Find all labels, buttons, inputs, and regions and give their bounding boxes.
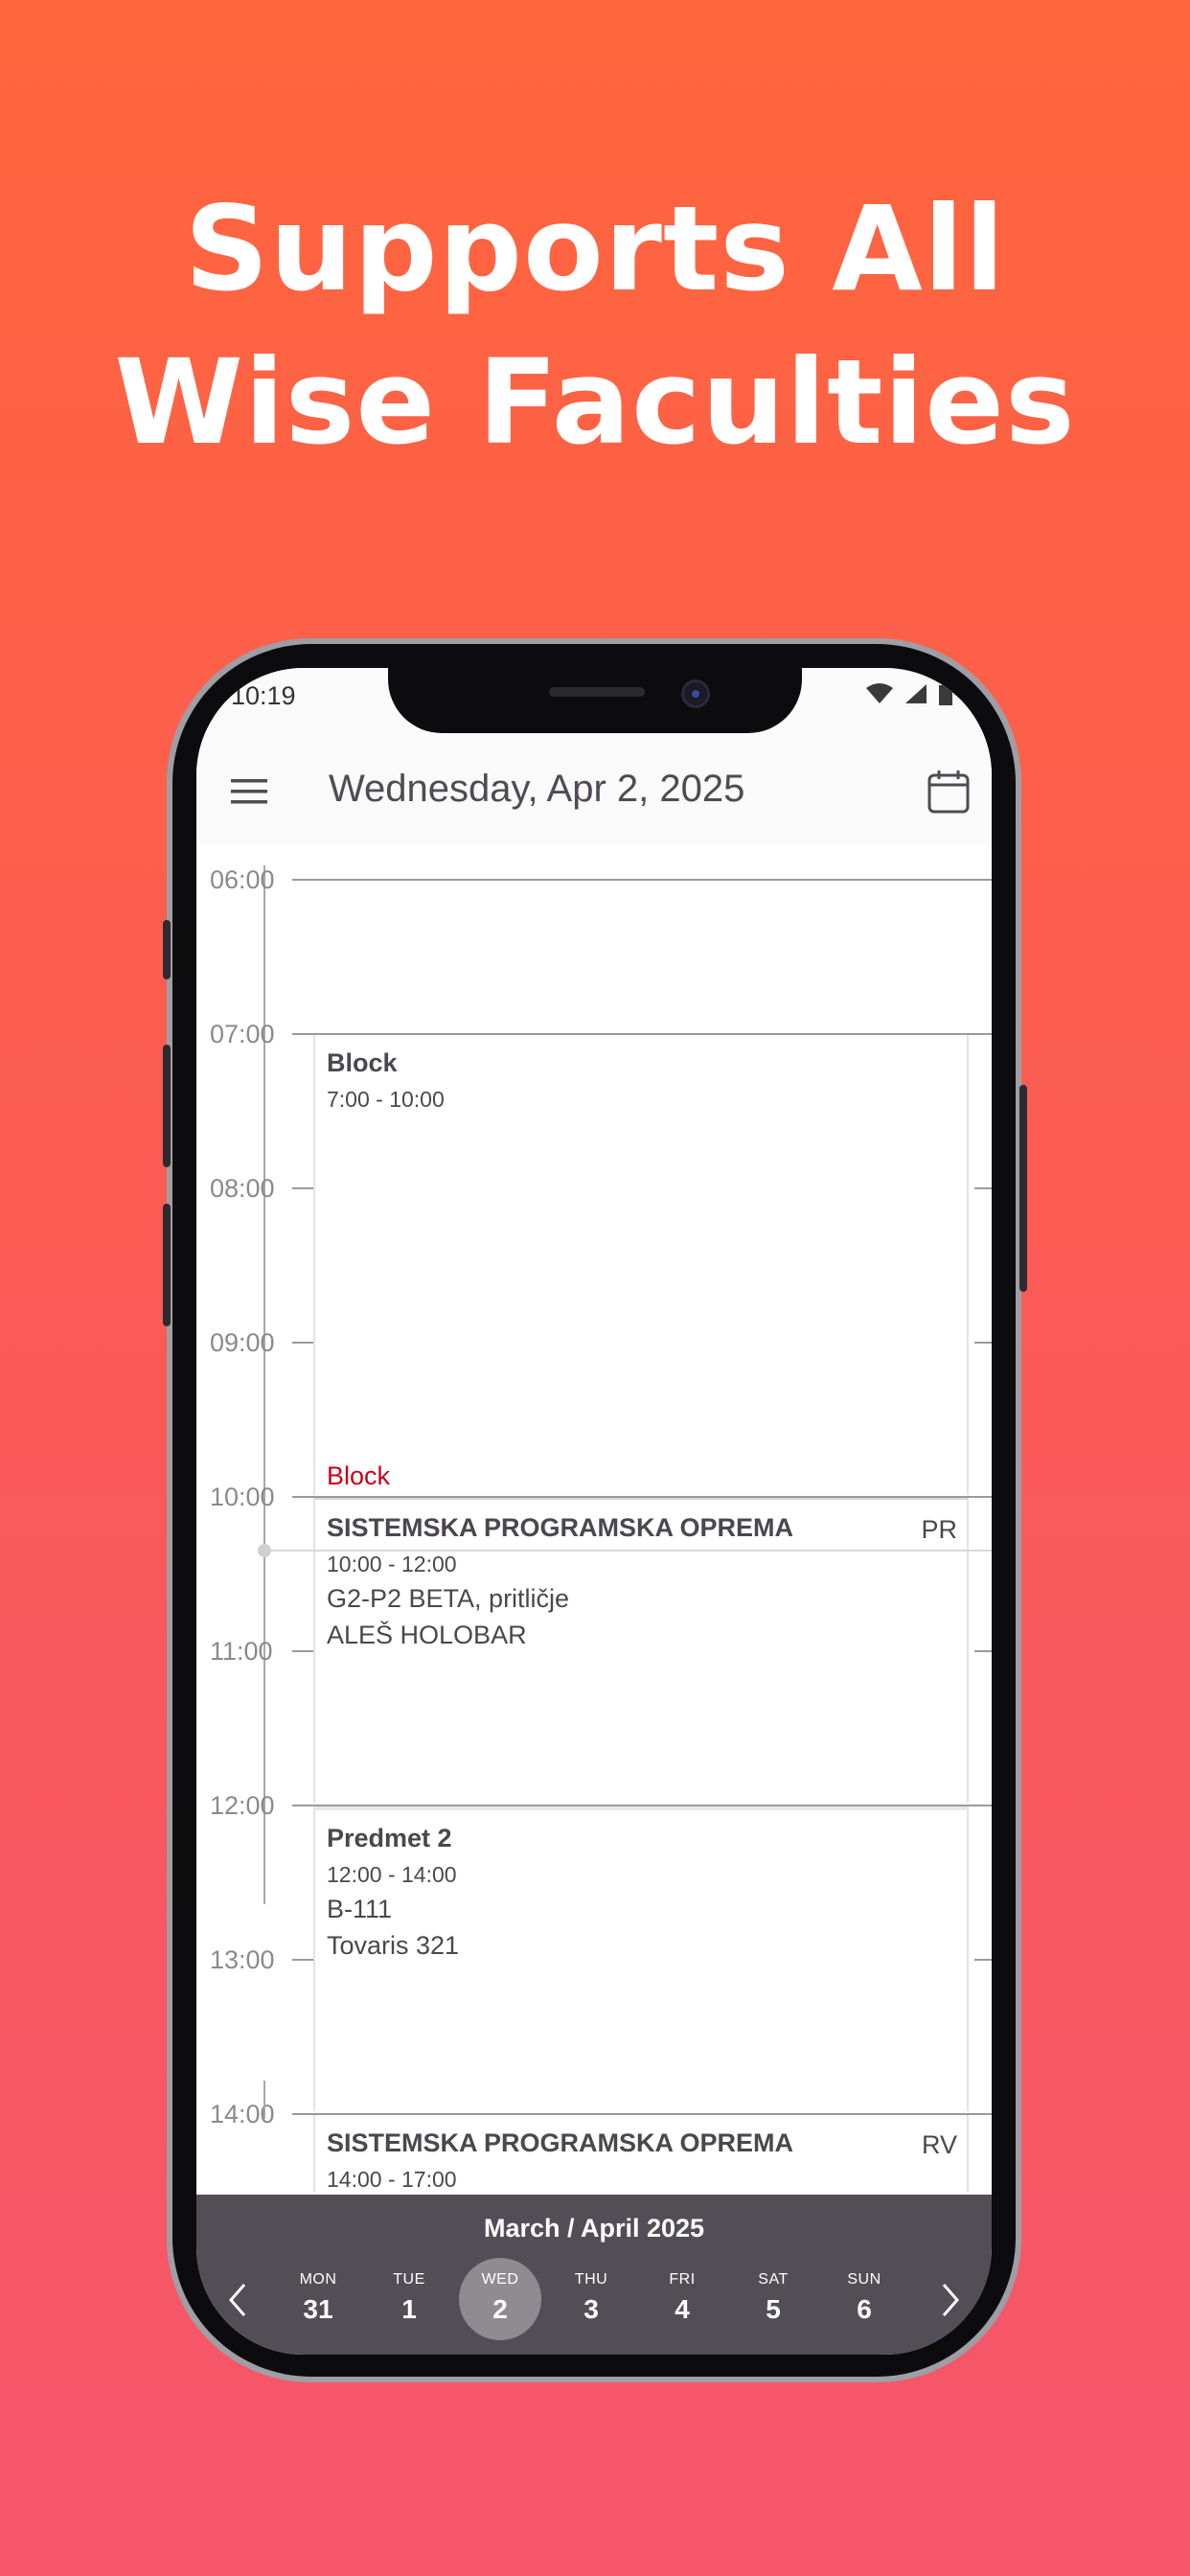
day-fri[interactable]: FRI 4	[641, 2258, 723, 2340]
event-title: SISTEMSKA PROGRAMSKA OPREMA	[327, 2128, 794, 2157]
day-number: 4	[675, 2294, 690, 2324]
event-room: B-111	[327, 1895, 393, 1923]
headline-line-2: Wise Faculties	[114, 334, 1076, 471]
hour-label: 11:00	[210, 1637, 273, 1666]
day-mon[interactable]: MON 31	[277, 2258, 359, 2340]
hour-label: 09:00	[210, 1328, 275, 1357]
hour-tick	[292, 1959, 315, 1961]
status-icons	[865, 681, 953, 706]
day-name: THU	[574, 2271, 608, 2288]
event-title: Predmet 2	[327, 1824, 452, 1852]
event-time: 10:00 - 12:00	[327, 1552, 457, 1576]
headline-line-1: Supports All	[184, 181, 1006, 317]
event-card-sistemska-rv[interactable]: SISTEMSKA PROGRAMSKA OPREMA RV 14:00 - 1…	[313, 2115, 969, 2192]
camera	[681, 679, 710, 708]
month-label: March / April 2025	[483, 2214, 705, 2242]
day-name: FRI	[669, 2271, 696, 2288]
chevron-left-icon[interactable]	[223, 2281, 252, 2319]
event-type-tag: RV	[921, 2130, 957, 2159]
wifi-icon	[866, 683, 893, 703]
hour-label: 06:00	[210, 865, 275, 894]
calendar-icon[interactable]	[927, 770, 971, 814]
event-card-predmet-2[interactable]: Predmet 2 12:00 - 14:00 B-111 Tovaris 32…	[313, 1806, 969, 2111]
app-bar: Wednesday, Apr 2, 2025	[196, 733, 992, 844]
day-thu[interactable]: THU 3	[550, 2258, 632, 2340]
day-sun[interactable]: SUN 6	[823, 2258, 905, 2340]
event-time: 12:00 - 14:00	[327, 1862, 457, 1887]
day-number: 3	[584, 2294, 599, 2324]
day-tue[interactable]: TUE 1	[368, 2258, 450, 2340]
hour-tick	[974, 1342, 992, 1344]
hamburger-menu-icon[interactable]	[231, 777, 269, 806]
event-time: 14:00 - 17:00	[327, 2167, 457, 2192]
hour-tick	[974, 1650, 992, 1652]
speaker	[549, 687, 645, 697]
day-number: 2	[492, 2294, 508, 2324]
day-wed-selected[interactable]: WED 2	[459, 2258, 541, 2340]
event-footer-label: Block	[327, 1461, 391, 1490]
day-name: SUN	[847, 2271, 881, 2288]
current-time-line	[263, 1550, 992, 1552]
event-title: SISTEMSKA PROGRAMSKA OPREMA	[327, 1513, 794, 1542]
hour-tick	[292, 1342, 315, 1344]
notch	[388, 668, 802, 733]
side-button-mute	[163, 920, 171, 979]
cellular-signal-icon	[905, 684, 927, 703]
day-number: 31	[303, 2294, 333, 2324]
side-button-volume-up	[163, 1045, 171, 1167]
status-time: 10:19	[231, 681, 296, 710]
event-card-sistemska-pr[interactable]: SISTEMSKA PROGRAMSKA OPREMA PR 10:00 - 1…	[313, 1498, 969, 1803]
week-selector: March / April 2025 MON 31 TUE 1 WED 2 TH…	[196, 2195, 992, 2355]
hour-label: 12:00	[210, 1791, 275, 1820]
event-title: Block	[327, 1048, 398, 1077]
hour-label: 08:00	[210, 1174, 275, 1203]
hour-label: 13:00	[210, 1945, 275, 1974]
page-title: Wednesday, Apr 2, 2025	[329, 768, 745, 810]
phone-screen: 10:19 Wednesday, Apr 2, 2025 06:00 07:00…	[196, 668, 992, 2355]
day-name: SAT	[758, 2271, 789, 2288]
day-number: 1	[401, 2294, 417, 2324]
chevron-right-icon[interactable]	[936, 2281, 965, 2319]
event-teacher: Tovaris 321	[327, 1931, 460, 1960]
event-time: 7:00 - 10:00	[327, 1087, 445, 1112]
hour-label: 07:00	[210, 1020, 275, 1048]
day-number: 5	[766, 2294, 781, 2324]
hour-tick	[974, 1959, 992, 1961]
battery-icon	[939, 682, 952, 705]
day-timeline[interactable]: 06:00 07:00 08:00 09:00 10:00 11:00 12:0…	[196, 844, 992, 2111]
day-name: TUE	[393, 2271, 425, 2288]
headline: Supports All Wise Faculties	[0, 172, 1190, 479]
day-sat[interactable]: SAT 5	[732, 2258, 814, 2340]
current-time-dot	[258, 1544, 271, 1557]
hour-tick	[974, 1187, 992, 1189]
side-button-power	[1019, 1085, 1027, 1292]
hour-line	[292, 879, 992, 881]
timeline-axis	[263, 2081, 265, 2119]
event-type-tag: PR	[921, 1515, 957, 1544]
hour-tick	[292, 1187, 315, 1189]
day-name: MON	[299, 2271, 337, 2288]
event-teacher: ALEŠ HOLOBAR	[327, 1621, 527, 1649]
day-name: WED	[481, 2271, 519, 2288]
event-room: G2-P2 BETA, pritličje	[327, 1584, 570, 1613]
hour-label: 10:00	[210, 1483, 275, 1511]
side-button-volume-down	[163, 1204, 171, 1326]
day-number: 6	[857, 2294, 872, 2324]
event-card-block[interactable]: Block 7:00 - 10:00 Block	[313, 1035, 969, 1495]
hour-tick	[292, 1650, 315, 1652]
